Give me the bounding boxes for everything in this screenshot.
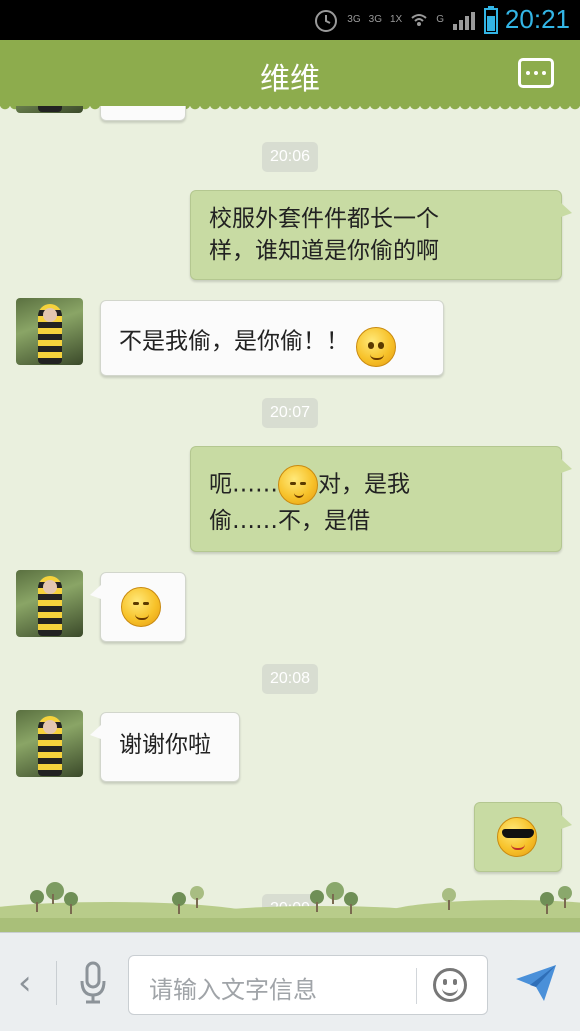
status-bar: 3G 3G 1X G 20:21 [0, 0, 580, 40]
chat-header: 维维 [0, 40, 580, 112]
contact-name: 维维 [260, 62, 320, 97]
input-bar: ‹ 请输入文字信息 [0, 932, 580, 1031]
contact-avatar[interactable] [16, 570, 83, 637]
message-bubble-partial[interactable] [100, 106, 186, 121]
dot-icon [542, 71, 546, 75]
sweat-face-emoji-icon [278, 465, 318, 505]
chevron-left-icon[interactable]: ‹ [18, 963, 32, 1003]
message-text: 不是我偷，是你偷！！ [119, 328, 349, 355]
message-bubble-incoming[interactable]: 不是我偷，是你偷！！ [100, 300, 444, 376]
status-time: 20:21 [504, 4, 570, 34]
message-bubble-outgoing[interactable]: 呃…… 对，是我 偷……不，是借 [190, 446, 572, 552]
network-label-g: G [436, 14, 444, 25]
emoji-picker-icon[interactable] [433, 968, 467, 1002]
shy-laugh-emoji-icon [121, 587, 161, 627]
chat-list[interactable]: 20:06 校服外套件件都长一个 样，谁知道是你偷的啊 不是我偷，是你偷！！ 2… [0, 106, 580, 932]
contact-avatar[interactable] [16, 710, 83, 777]
signal-icon [453, 12, 475, 30]
message-bubble-incoming[interactable]: 谢谢你啦 [90, 712, 240, 782]
message-text: 谢谢你啦 [119, 732, 211, 758]
message-bubble-incoming[interactable] [90, 572, 186, 642]
send-icon[interactable] [514, 963, 558, 1003]
message-bubble-outgoing[interactable] [474, 802, 572, 872]
message-text: 偷……不，是借 [209, 508, 370, 534]
landscape-decoration [0, 880, 580, 932]
timestamp: 20:07 [261, 398, 319, 428]
status-icons: 3G 3G 1X G [313, 6, 498, 34]
wifi-icon [411, 14, 427, 26]
battery-icon [484, 6, 498, 34]
input-placeholder: 请输入文字信息 [149, 976, 317, 1004]
sunglasses-face-emoji-icon [497, 817, 537, 857]
network-label-3g: 3G [347, 14, 361, 25]
dot-icon [526, 71, 530, 75]
microphone-icon[interactable] [78, 961, 108, 1005]
contact-avatar[interactable] [16, 298, 83, 365]
message-text: 校服外套件件都长一个 [209, 206, 439, 232]
message-text: 样，谁知道是你偷的啊 [209, 238, 439, 264]
contact-avatar[interactable] [16, 106, 83, 113]
timestamp: 20:06 [261, 142, 319, 172]
dot-icon [534, 71, 538, 75]
divider [416, 968, 417, 1004]
more-options-button[interactable] [518, 58, 554, 88]
network-label-3g-2: 3G [368, 14, 382, 25]
message-bubble-outgoing[interactable]: 校服外套件件都长一个 样，谁知道是你偷的啊 [190, 190, 572, 280]
timestamp: 20:08 [261, 664, 319, 694]
divider [56, 961, 57, 1005]
message-text: 对，是我 [318, 471, 410, 498]
message-input[interactable]: 请输入文字信息 [128, 955, 488, 1015]
alarm-icon [315, 10, 338, 32]
network-label-1x: 1X [389, 14, 403, 25]
message-text: 呃…… [209, 471, 278, 498]
shocked-face-emoji-icon [356, 327, 397, 367]
